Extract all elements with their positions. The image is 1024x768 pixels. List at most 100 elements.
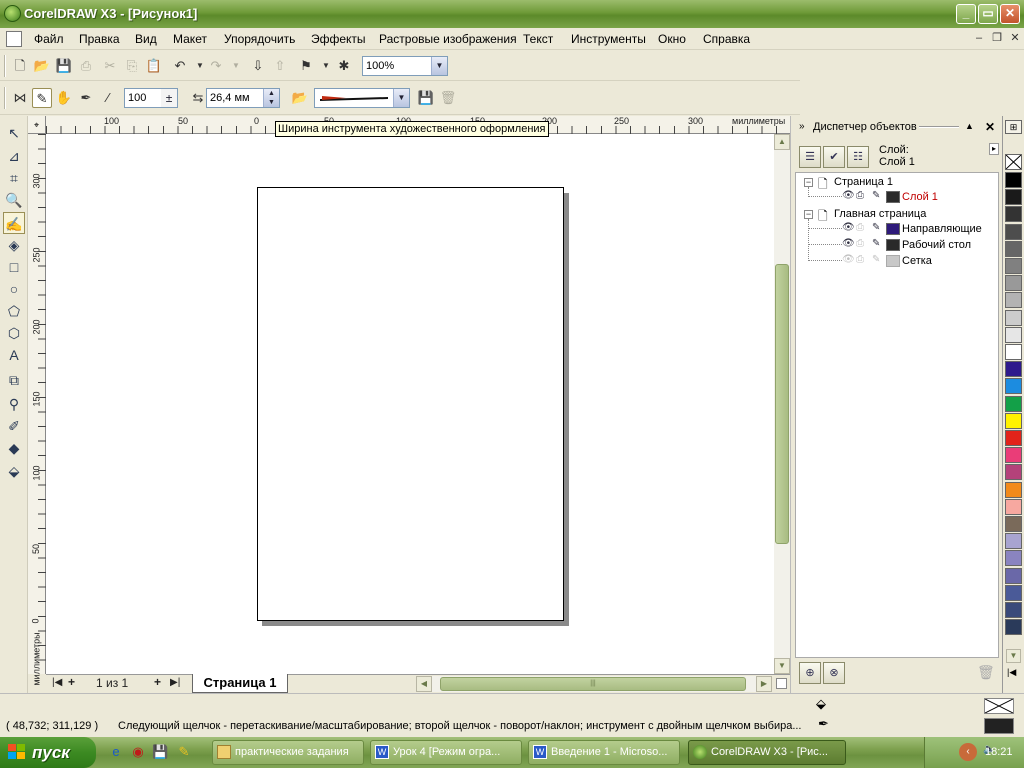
brush-icon[interactable]: ✎ [32, 88, 52, 108]
no-color-swatch[interactable] [1005, 154, 1022, 170]
eye-icon[interactable]: 👁 [842, 238, 855, 249]
tree-guides[interactable]: Направляющие [902, 223, 982, 235]
palette-swatch[interactable] [1005, 292, 1022, 309]
page[interactable] [257, 187, 564, 621]
palette-swatch[interactable] [1005, 516, 1022, 532]
save-icon[interactable]: 💾 [54, 56, 74, 76]
fill-bucket-icon[interactable]: ⬙ [816, 696, 826, 712]
menu-bitmaps[interactable]: Растровые изображения [379, 32, 517, 46]
basic-shapes-tool-icon[interactable]: ⬡ [3, 322, 25, 344]
scroll-left-button[interactable]: ◀ [416, 676, 432, 692]
palette-swatch[interactable] [1005, 361, 1022, 378]
tree-page-1[interactable]: Страница 1 [834, 176, 893, 188]
palette-swatch[interactable] [1005, 240, 1022, 257]
crop-tool-icon[interactable]: ⌗ [3, 167, 25, 189]
eye-icon[interactable]: 👁 [842, 190, 855, 201]
maximize-button[interactable]: ▭ [978, 4, 998, 24]
show-properties-icon[interactable]: ☰ [799, 146, 821, 168]
new-document-icon[interactable]: 🗋 [10, 56, 30, 76]
palette-swatch[interactable] [1005, 395, 1022, 412]
calligraphic-icon[interactable]: ✒ [76, 88, 96, 108]
artistic-media-tool-icon[interactable]: ✍ [3, 212, 25, 234]
rectangle-tool-icon[interactable]: □ [3, 256, 25, 278]
palette-flyout-icon[interactable]: ⊞ [1005, 120, 1022, 134]
printer-icon[interactable]: ⎙ [856, 190, 864, 201]
menu-text[interactable]: Текст [523, 32, 553, 46]
docker-collapse-icon[interactable]: » [799, 121, 805, 132]
palette-swatch[interactable] [1005, 206, 1022, 223]
delete-stroke-icon[interactable]: 🗑 [438, 88, 458, 108]
edit-across-layers-icon[interactable]: ✔ [823, 146, 845, 168]
desktop-color-swatch[interactable] [886, 239, 900, 251]
palette-swatch[interactable] [1005, 481, 1022, 498]
palette-end-icon[interactable]: |◀ [1007, 667, 1016, 678]
pencil-icon[interactable]: ✎ [872, 238, 880, 249]
interactive-fill-tool-icon[interactable]: ⬙ [3, 460, 25, 482]
task-folder[interactable]: практические задания [212, 740, 364, 765]
add-page-after-icon[interactable]: + [154, 675, 161, 689]
zoom-combo[interactable]: 100% ▼ [362, 56, 448, 76]
doc-close-button[interactable]: ✕ [1008, 31, 1022, 45]
slider-icon[interactable]: ± [161, 89, 177, 107]
palette-swatch[interactable] [1005, 550, 1022, 567]
start-button[interactable]: пуск [0, 737, 96, 768]
application-launcher-icon[interactable]: ⚑ [296, 56, 316, 76]
redo-dropdown-icon[interactable]: ▼ [226, 56, 246, 76]
eye-icon[interactable]: 👁 [842, 222, 855, 233]
new-master-layer-icon[interactable]: ⊗ [823, 662, 845, 684]
text-tool-icon[interactable]: A [3, 344, 25, 366]
palette-swatch[interactable] [1005, 223, 1022, 240]
undo-icon[interactable]: ↶ [170, 56, 190, 76]
doc-minimize-button[interactable]: – [972, 31, 986, 45]
ruler-origin[interactable]: ⌖ [28, 116, 46, 134]
palette-swatch[interactable] [1005, 344, 1022, 360]
palette-scroll-down-button[interactable]: ▼ [1006, 649, 1021, 663]
menu-file[interactable]: Файл [34, 32, 64, 46]
minimize-button[interactable]: _ [956, 4, 976, 24]
welcome-screen-icon[interactable]: ✱ [334, 56, 354, 76]
delete-layer-icon[interactable]: 🗑 [977, 664, 995, 681]
palette-swatch[interactable] [1005, 619, 1022, 636]
palette-swatch[interactable] [1005, 464, 1022, 481]
palette-swatch[interactable] [1005, 275, 1022, 292]
palette-swatch[interactable] [1005, 533, 1022, 550]
docker-close-icon[interactable]: ✕ [985, 120, 995, 134]
palette-swatch[interactable] [1005, 378, 1022, 395]
scroll-right-button[interactable]: ▶ [756, 676, 772, 692]
print-icon[interactable]: ⎙ [76, 56, 96, 76]
collapse-icon[interactable]: − [804, 178, 813, 187]
paste-icon[interactable]: 📋 [144, 56, 164, 76]
launcher-dropdown-icon[interactable]: ▼ [316, 56, 336, 76]
palette-swatch[interactable] [1005, 430, 1022, 446]
vertical-ruler[interactable]: 300 250 200 150 100 50 0 миллиметры [28, 134, 46, 686]
fill-tool-icon[interactable]: ◆ [3, 437, 25, 459]
palette-swatch[interactable] [1005, 258, 1022, 274]
spinner-icon[interactable]: ▲ ▼ [263, 89, 279, 107]
scroll-down-button[interactable]: ▼ [774, 658, 790, 674]
vertical-scrollbar[interactable]: ▲ ▼ [774, 134, 790, 674]
grid-color-swatch[interactable] [886, 255, 900, 267]
tab-page-1[interactable]: Страница 1 [192, 674, 288, 693]
chevron-down-icon[interactable]: ▼ [431, 57, 447, 75]
menu-window[interactable]: Окно [658, 32, 686, 46]
docker-minimize-icon[interactable]: ▲ [965, 121, 974, 131]
fill-color-indicator[interactable] [984, 698, 1014, 714]
open-icon[interactable]: 📂 [32, 56, 52, 76]
zoom-tool-icon[interactable]: 🔍 [3, 189, 25, 211]
palette-swatch[interactable] [1005, 567, 1022, 584]
outline-pen-icon[interactable]: ✒ [818, 716, 829, 732]
guides-color-swatch[interactable] [886, 223, 900, 235]
menu-effects[interactable]: Эффекты [311, 32, 366, 46]
menu-view[interactable]: Вид [135, 32, 157, 46]
quicklaunch-tool-icon[interactable]: ✎ [176, 744, 192, 760]
palette-swatch[interactable] [1005, 189, 1022, 206]
horizontal-scrollbar[interactable]: ◀ ||| ▶ [416, 676, 772, 692]
palette-swatch[interactable] [1005, 498, 1022, 515]
task-coreldraw[interactable]: CorelDRAW X3 - [Рис... [688, 740, 846, 765]
printer-icon[interactable]: ⎙ [856, 254, 864, 265]
pencil-icon[interactable]: ✎ [872, 190, 880, 201]
docker-menu-icon[interactable]: ▸ [989, 143, 999, 155]
redo-icon[interactable]: ↷ [206, 56, 226, 76]
printer-icon[interactable]: ⎙ [856, 222, 864, 233]
new-layer-icon[interactable]: ⊕ [799, 662, 821, 684]
